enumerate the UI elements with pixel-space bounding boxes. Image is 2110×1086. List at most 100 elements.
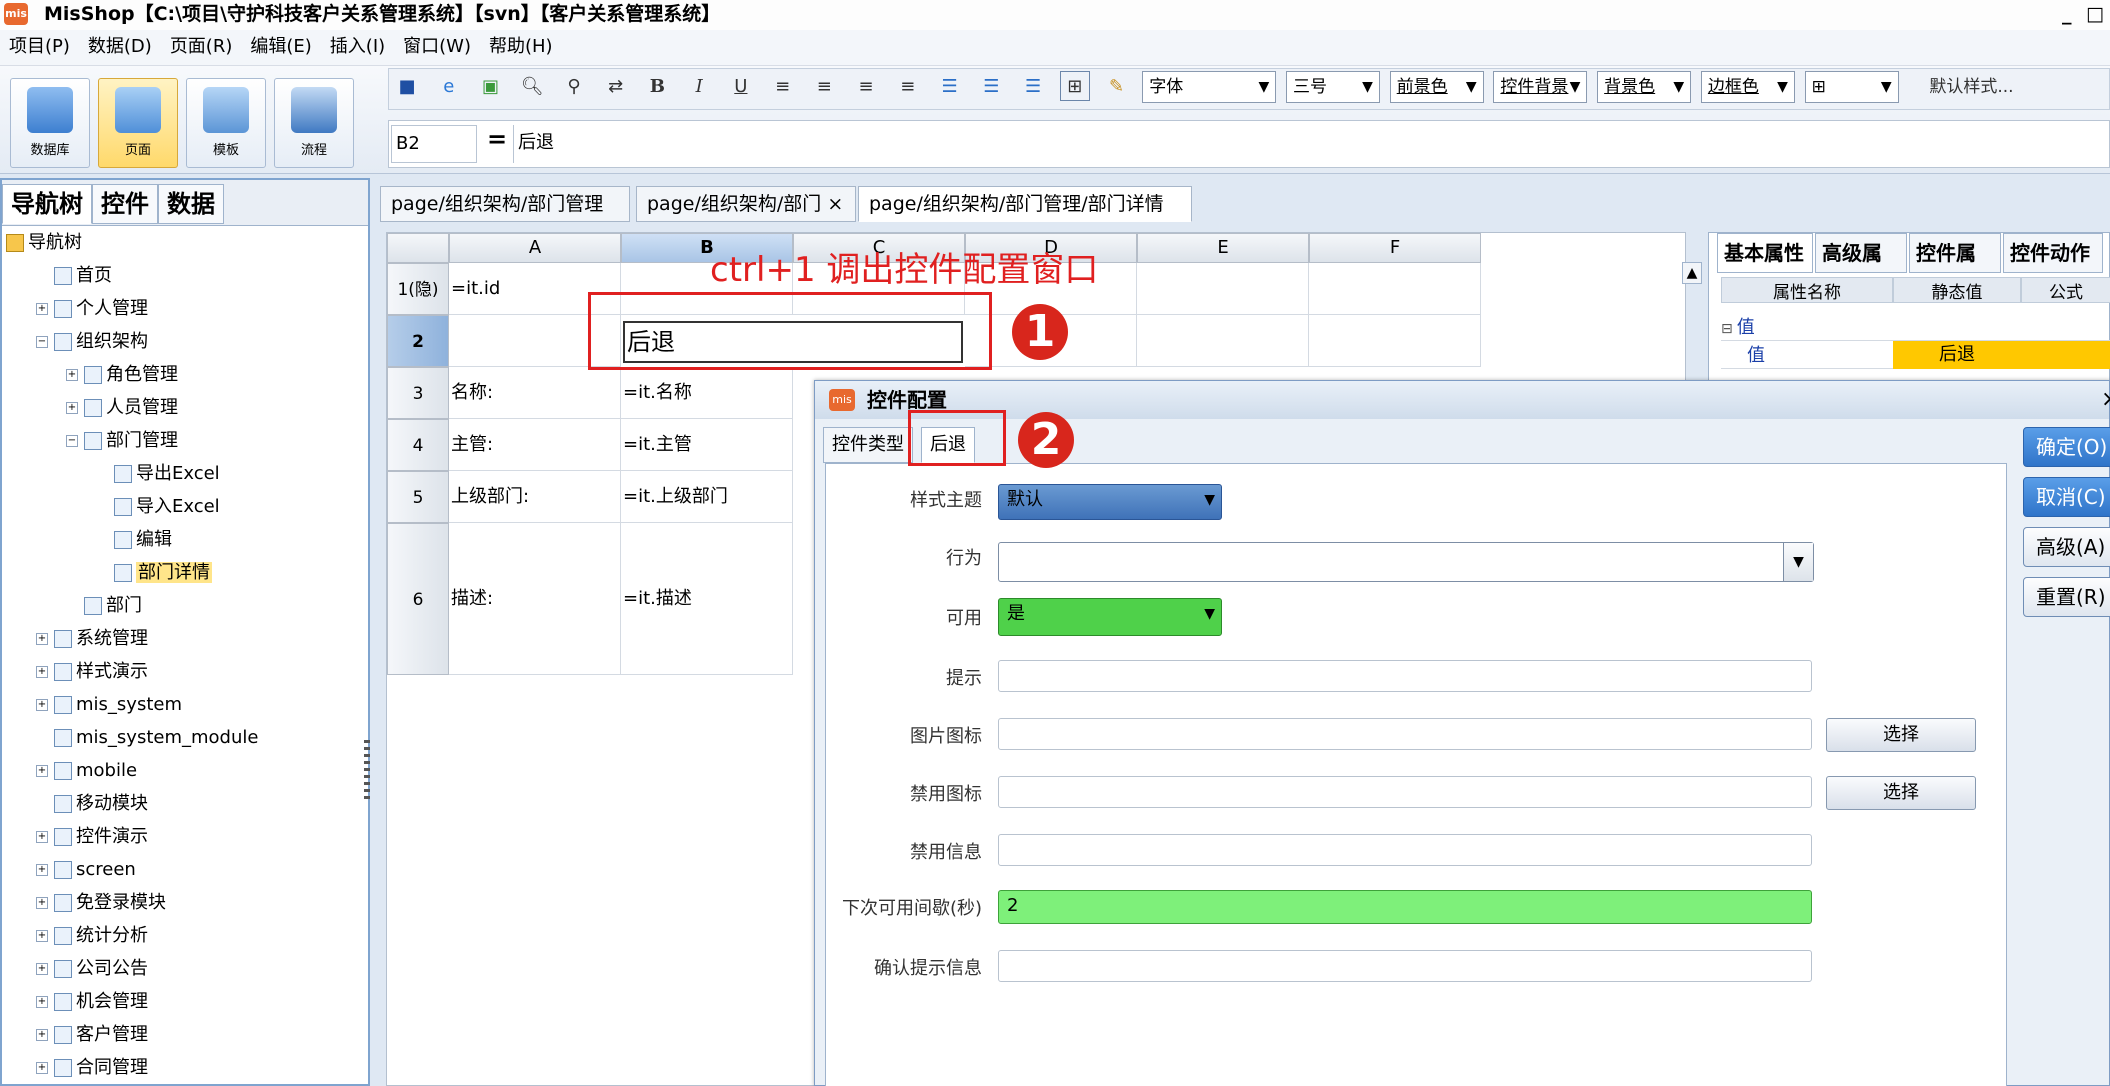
back-color-select[interactable]: 背景色 ▼: [1597, 71, 1692, 103]
expand-icon[interactable]: +: [36, 930, 48, 942]
tab-control-type[interactable]: 控件类型: [823, 427, 913, 463]
default-style-button[interactable]: 默认样式...: [1909, 72, 2033, 102]
splitter-grip[interactable]: [364, 740, 370, 800]
expand-icon[interactable]: +: [36, 864, 48, 876]
doc-tab-dept-manage[interactable]: page/组织架构/部门管理 ×: [380, 186, 630, 249]
style-theme-select[interactable]: 默认 ▼: [998, 484, 1222, 520]
align-right-icon[interactable]: ≡: [851, 72, 881, 102]
doc-tab-dept-detail[interactable]: page/组织架构/部门管理/部门详情 ×: [858, 186, 1192, 249]
cell-a6[interactable]: 描述:: [449, 523, 621, 675]
collapse-icon[interactable]: ⊟: [1721, 321, 1733, 337]
underline-button[interactable]: U: [726, 72, 756, 102]
tab-control-actions[interactable]: 控件动作: [2003, 233, 2103, 273]
align-left-icon[interactable]: ≡: [768, 72, 798, 102]
cell-a3[interactable]: 名称:: [449, 367, 621, 419]
doc-tab-dept[interactable]: page/组织架构/部门 ×: [636, 186, 856, 222]
cell-b3[interactable]: =it.名称: [621, 367, 793, 419]
template-button[interactable]: 模板: [186, 78, 266, 168]
column-header-e[interactable]: E: [1137, 233, 1309, 263]
next-interval-input[interactable]: 2: [998, 890, 1812, 924]
tree-item[interactable]: + 样式演示: [36, 657, 148, 687]
tree-item[interactable]: 部门详情: [96, 558, 212, 588]
flow-button[interactable]: 流程: [274, 78, 354, 168]
tree-item[interactable]: 首页: [36, 261, 112, 291]
tree-item[interactable]: + 控件演示: [36, 822, 148, 852]
tree-item[interactable]: + 客户管理: [36, 1020, 148, 1050]
find-icon[interactable]: ⚲: [559, 72, 589, 102]
prop-group-value[interactable]: ⊟ 值: [1721, 313, 2110, 341]
collapse-icon[interactable]: −: [66, 435, 78, 447]
formula-input[interactable]: 后退: [513, 125, 2107, 163]
tree-item[interactable]: − 部门管理: [66, 426, 178, 456]
print-preview-icon[interactable]: 🔍︎: [517, 72, 547, 102]
cell-a5[interactable]: 上级部门:: [449, 471, 621, 523]
tree-item[interactable]: + mobile: [36, 756, 137, 786]
align-center-icon[interactable]: ≡: [809, 72, 839, 102]
cell-f1[interactable]: [1309, 263, 1481, 315]
tab-basic-props[interactable]: 基本属性: [1717, 233, 1813, 273]
column-header-f[interactable]: F: [1309, 233, 1481, 263]
replace-icon[interactable]: ⇄: [601, 72, 631, 102]
minimize-button[interactable]: _: [2062, 0, 2072, 28]
expand-icon[interactable]: +: [36, 633, 48, 645]
align-justify-icon[interactable]: ≡: [893, 72, 923, 102]
tree-item[interactable]: + mis_system: [36, 690, 182, 720]
expand-icon[interactable]: +: [36, 699, 48, 711]
expand-icon[interactable]: +: [66, 402, 78, 414]
expand-icon[interactable]: +: [36, 831, 48, 843]
advanced-button[interactable]: 高级(A): [2023, 527, 2110, 567]
valign-middle-icon[interactable]: ☰: [976, 72, 1006, 102]
tree-item[interactable]: + 机会管理: [36, 987, 148, 1017]
save-icon[interactable]: ■: [392, 72, 422, 102]
ok-button[interactable]: 确定(O): [2023, 427, 2110, 467]
behavior-select[interactable]: ▼: [998, 542, 1814, 582]
tree-item[interactable]: 导入Excel: [96, 492, 220, 522]
maximize-button[interactable]: □: [2086, 0, 2104, 28]
tree-item[interactable]: + 人员管理: [66, 393, 178, 423]
row-header[interactable]: 2: [387, 315, 449, 367]
cell-b5[interactable]: =it.上级部门: [621, 471, 793, 523]
valign-bottom-icon[interactable]: ☰: [1018, 72, 1048, 102]
menu-help[interactable]: 帮助(H): [480, 30, 562, 64]
row-header[interactable]: 5: [387, 471, 449, 523]
tree-item[interactable]: + 个人管理: [36, 294, 148, 324]
expand-icon[interactable]: +: [36, 996, 48, 1008]
image-icon-select-button[interactable]: 选择: [1826, 718, 1976, 752]
cell-e2[interactable]: [1137, 315, 1309, 367]
border-color-select[interactable]: 边框色 ▼: [1700, 71, 1795, 103]
hint-input[interactable]: [998, 660, 1812, 692]
expand-icon[interactable]: +: [36, 963, 48, 975]
merge-cells-icon[interactable]: ⊞: [1059, 71, 1090, 101]
menu-insert[interactable]: 插入(I): [321, 30, 394, 64]
menu-window[interactable]: 窗口(W): [394, 30, 480, 64]
tree-item[interactable]: + screen: [36, 855, 136, 885]
disabled-info-input[interactable]: [998, 834, 1812, 866]
row-header[interactable]: 3: [387, 367, 449, 419]
menu-page[interactable]: 页面(R): [161, 30, 242, 64]
expand-icon[interactable]: +: [36, 1062, 48, 1074]
menu-edit[interactable]: 编辑(E): [241, 30, 320, 64]
cell-reference-input[interactable]: B2: [391, 125, 477, 163]
close-icon[interactable]: ×: [2101, 381, 2110, 419]
column-header-a[interactable]: A: [449, 233, 621, 263]
border-style-select[interactable]: ⊞ ▼: [1804, 71, 1899, 103]
control-bg-select[interactable]: 控件背景 ▼: [1493, 71, 1588, 103]
expand-icon[interactable]: +: [36, 897, 48, 909]
expand-icon[interactable]: +: [66, 369, 78, 381]
close-icon[interactable]: ×: [827, 193, 843, 215]
size-select[interactable]: 三号 ▼: [1285, 71, 1380, 103]
image-icon-input[interactable]: [998, 718, 1812, 750]
tree-item[interactable]: 部门: [66, 591, 142, 621]
scroll-up-arrow-icon[interactable]: ▲: [1682, 262, 1702, 284]
tree-item[interactable]: + 角色管理: [66, 360, 178, 390]
disabled-icon-select-button[interactable]: 选择: [1826, 776, 1976, 810]
tree-item[interactable]: + 合同管理: [36, 1053, 148, 1083]
cell-a4[interactable]: 主管:: [449, 419, 621, 471]
bold-button[interactable]: B: [642, 72, 672, 102]
reset-button[interactable]: 重置(R): [2023, 577, 2110, 617]
valign-top-icon[interactable]: ☰: [935, 72, 965, 102]
cell-f2[interactable]: [1309, 315, 1481, 367]
cell-b4[interactable]: =it.主管: [621, 419, 793, 471]
prop-row-value[interactable]: 值 后退: [1721, 341, 2110, 369]
row-header[interactable]: 6: [387, 523, 449, 675]
